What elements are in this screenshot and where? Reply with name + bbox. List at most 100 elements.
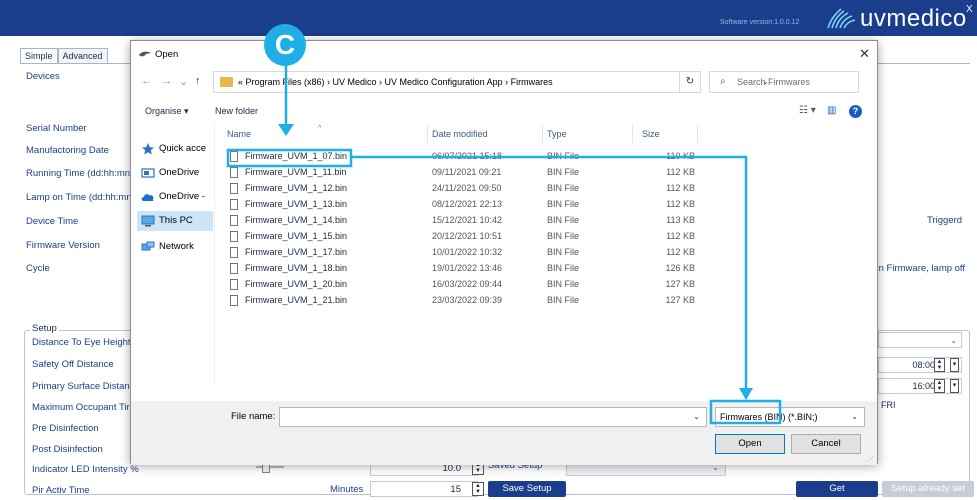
- chevron-down-icon[interactable]: ⌄: [693, 412, 700, 421]
- column-separator[interactable]: [542, 125, 543, 143]
- file-name: Firmware_UVM_1_07.bin: [245, 151, 348, 161]
- preview-pane-icon[interactable]: ▥: [827, 105, 836, 116]
- end-time-dropdown[interactable]: ▾: [950, 379, 959, 393]
- dialog-close-button[interactable]: ✕: [859, 46, 870, 62]
- tab-advanced[interactable]: Advanced: [57, 48, 108, 64]
- view-options-icon[interactable]: ☷ ▾: [799, 105, 816, 116]
- file-row[interactable]: Firmware_UVM_1_14.bin 15/12/2021 10:42 B…: [217, 215, 717, 227]
- organise-menu[interactable]: Organise ▾: [145, 106, 189, 117]
- column-header-size[interactable]: Size: [642, 129, 660, 139]
- pir-minutes-input[interactable]: 15: [370, 481, 478, 497]
- column-header-date[interactable]: Date modified: [432, 129, 488, 139]
- file-row[interactable]: Firmware_UVM_1_17.bin 10/01/2022 10:32 B…: [217, 247, 717, 259]
- setup-mode-select[interactable]: ⌄: [878, 332, 962, 348]
- file-type: BIN File: [547, 183, 580, 193]
- address-bar[interactable]: « Program Files (x86) › UV Medico › UV M…: [213, 71, 769, 93]
- cancel-button[interactable]: Cancel: [791, 434, 861, 454]
- app-tabs: Simple Advanced: [20, 48, 108, 64]
- sort-ascending-icon: ^: [318, 125, 322, 132]
- pir-minutes-spinner[interactable]: ▲ ▼: [472, 482, 484, 496]
- file-icon: [230, 263, 238, 274]
- lamp-on-time-label: Lamp on Time (dd:hh:mn: [26, 192, 132, 203]
- network-icon: [141, 241, 155, 251]
- back-arrow-icon[interactable]: ←: [141, 75, 152, 87]
- triggerd-label: Triggerd: [927, 215, 963, 226]
- end-time-spinner[interactable]: ▲ ▼: [934, 379, 945, 393]
- start-time-spinner[interactable]: ▲ ▼: [934, 358, 945, 372]
- firmware-version-label: Firmware Version: [26, 240, 100, 251]
- search-field[interactable]: ⌕ Search Firmwares: [709, 71, 859, 93]
- file-size: 127 KB: [665, 295, 695, 305]
- dialog-toolbar: Organise ▾ New folder ☷ ▾ ▥ ?: [131, 101, 877, 123]
- column-separator[interactable]: [697, 125, 698, 143]
- address-row: ← → ⌄ ↑ « Program Files (x86) › UV Medic…: [131, 71, 877, 93]
- column-header-name[interactable]: Name: [227, 129, 251, 139]
- nav-item-quick-access[interactable]: Quick acce: [137, 139, 213, 159]
- file-icon: [230, 231, 238, 242]
- save-setup-button[interactable]: Save Setup: [488, 481, 566, 497]
- nav-item-onedrive-business[interactable]: OneDrive -: [137, 187, 213, 207]
- file-row[interactable]: Firmware_UVM_1_21.bin 23/03/2022 09:39 B…: [217, 295, 717, 307]
- cloud-icon: [141, 194, 154, 201]
- minutes-label: Minutes: [330, 484, 364, 495]
- serial-number-label: Serial Number: [26, 123, 87, 134]
- file-date: 08/12/2021 22:13: [432, 199, 503, 209]
- get-button[interactable]: Get: [796, 481, 878, 497]
- file-type-select[interactable]: Firmwares (BIN) (*.BIN;) ⌄: [715, 407, 865, 427]
- file-row[interactable]: Firmware_UVM_1_11.bin 09/11/2021 09:21 B…: [217, 167, 717, 179]
- primary-surface-distance-label: Primary Surface Distanc: [32, 381, 135, 392]
- start-time-dropdown[interactable]: ▾: [950, 358, 959, 372]
- recent-chevron-icon[interactable]: ⌄: [179, 75, 188, 88]
- file-size: 112 KB: [666, 199, 695, 209]
- chevron-down-icon: ⌄: [950, 336, 957, 345]
- resize-grip-icon[interactable]: ⋰: [867, 455, 874, 463]
- app-bird-icon: [139, 51, 151, 57]
- file-row[interactable]: Firmware_UVM_1_07.bin 06/07/2021 15:18 B…: [217, 151, 717, 163]
- help-icon[interactable]: ?: [849, 105, 862, 118]
- file-name: Firmware_UVM_1_21.bin: [245, 295, 348, 305]
- file-row[interactable]: Firmware_UVM_1_13.bin 08/12/2021 22:13 B…: [217, 199, 717, 211]
- file-icon: [230, 215, 238, 226]
- max-occupant-time-label: Maximum Occupant Tir: [32, 402, 130, 413]
- column-header-type[interactable]: Type: [547, 129, 567, 139]
- pir-activ-time-label: Pir Activ Time: [32, 485, 90, 496]
- file-date: 09/11/2021 09:21: [432, 167, 502, 177]
- file-row[interactable]: Firmware_UVM_1_15.bin 20/12/2021 10:51 B…: [217, 231, 717, 243]
- nav-item-label: OneDrive -: [159, 191, 205, 202]
- led-intensity-label: Indicator LED Intensity %: [32, 464, 139, 475]
- file-type-value: Firmwares (BIN) (*.BIN;): [720, 412, 818, 422]
- file-name: Firmware_UVM_1_15.bin: [245, 231, 348, 241]
- open-button[interactable]: Open: [715, 434, 785, 454]
- logo-text: uvmedico: [860, 5, 967, 32]
- nav-item-onedrive[interactable]: OneDrive: [137, 163, 213, 183]
- refresh-button[interactable]: ↻: [679, 71, 701, 93]
- file-name-input[interactable]: ⌄: [279, 407, 707, 427]
- chevron-down-icon: ⌄: [851, 412, 858, 421]
- file-type: BIN File: [547, 231, 580, 241]
- new-folder-button[interactable]: New folder: [215, 106, 258, 116]
- nav-item-this-pc[interactable]: This PC: [137, 211, 213, 231]
- column-separator[interactable]: [632, 125, 633, 143]
- tab-simple[interactable]: Simple: [20, 48, 58, 64]
- file-icon: [230, 247, 238, 258]
- column-separator[interactable]: [427, 125, 428, 143]
- annotation-step-badge: C: [264, 24, 306, 66]
- setup-already-set-button[interactable]: Setup already set: [882, 481, 974, 497]
- file-type: BIN File: [547, 279, 580, 289]
- file-row[interactable]: Firmware_UVM_1_18.bin 19/01/2022 13:46 B…: [217, 263, 717, 275]
- file-row[interactable]: Firmware_UVM_1_12.bin 24/11/2021 09:50 B…: [217, 183, 717, 195]
- folder-icon: [220, 77, 233, 87]
- distance-eye-height-label: Distance To Eye Height: [32, 337, 131, 348]
- file-name: Firmware_UVM_1_12.bin: [245, 183, 348, 193]
- file-size: 112 KB: [666, 183, 695, 193]
- app-close-button[interactable]: X: [966, 4, 973, 15]
- nav-item-network[interactable]: Network: [137, 237, 213, 257]
- manufactoring-date-label: Manufactoring Date: [26, 145, 109, 156]
- file-row[interactable]: Firmware_UVM_1_20.bin 16/03/2022 09:44 B…: [217, 279, 717, 291]
- file-type: BIN File: [547, 167, 580, 177]
- forward-arrow-icon[interactable]: →: [161, 75, 172, 87]
- file-size: 112 KB: [666, 247, 695, 257]
- breadcrumb[interactable]: « Program Files (x86) › UV Medico › UV M…: [238, 77, 553, 87]
- file-date: 24/11/2021 09:50: [432, 183, 502, 193]
- up-arrow-icon[interactable]: ↑: [195, 75, 201, 87]
